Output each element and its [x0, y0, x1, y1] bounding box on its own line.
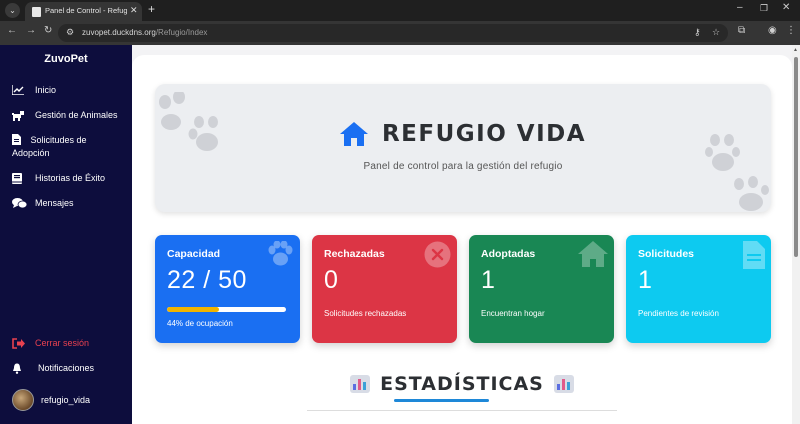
new-tab-icon[interactable]: +	[148, 2, 155, 16]
capacity-progress-bar	[167, 307, 286, 312]
password-key-icon[interactable]: ⚷	[694, 27, 701, 38]
logout-button[interactable]: Cerrar sesión	[12, 337, 130, 349]
dog-icon	[12, 109, 28, 121]
site-info-icon[interactable]: ⚙	[66, 27, 74, 38]
sidebar-item-label: Solicitudes de Adopción	[12, 135, 87, 158]
address-bar[interactable]: ⚙ zuvopet.duckdns.org/Refugio/Index ⚷ ☆	[58, 24, 728, 42]
url-path: /Refugio/Index	[155, 28, 208, 37]
window-close-icon[interactable]: ✕	[782, 2, 790, 13]
logout-label: Cerrar sesión	[35, 338, 90, 348]
profile-icon[interactable]: ◉	[768, 25, 777, 36]
notifications-button[interactable]: Notificaciones	[12, 362, 130, 374]
sidebar: ZuvoPet Inicio Gestión de Animales Solic…	[0, 45, 132, 424]
stat-description: Pendientes de revisión	[638, 309, 719, 318]
home-icon	[578, 241, 608, 267]
bar-chart-icon	[553, 375, 574, 393]
stat-title: Adoptadas	[481, 248, 536, 260]
stat-value: 1	[638, 266, 653, 294]
sidebar-item-solicitudes[interactable]: Solicitudes de Adopción	[12, 134, 122, 160]
stat-value: 1	[481, 266, 496, 294]
scroll-thumb[interactable]	[794, 57, 798, 257]
back-icon[interactable]: ←	[7, 25, 17, 36]
comments-icon	[12, 197, 28, 209]
section-heading-row: ESTADÍSTICAS	[132, 373, 792, 395]
menu-kebab-icon[interactable]: ⋮	[786, 25, 796, 36]
url-host: zuvopet.duckdns.org	[82, 28, 156, 37]
browser-tabbar: ⌄ Panel de Control - Refugio - ZuvoPet ✕…	[0, 0, 800, 21]
heading-underline	[394, 399, 489, 402]
section-heading: ESTADÍSTICAS	[380, 373, 544, 395]
scroll-up-icon[interactable]: ▲	[793, 47, 798, 53]
sidebar-item-mensajes[interactable]: Mensajes	[12, 197, 130, 209]
divider	[307, 410, 617, 411]
content-card: REFUGIO VIDA Panel de control para la ge…	[132, 55, 792, 424]
x-circle-icon	[424, 241, 451, 268]
stat-card-adoptadas: Adoptadas 1 Encuentran hogar	[469, 235, 614, 343]
tab-close-icon[interactable]: ✕	[130, 5, 138, 16]
page-scrollbar[interactable]: ▲	[792, 45, 800, 424]
extensions-icon[interactable]: ⧉	[738, 25, 745, 36]
brand-logo[interactable]: ZuvoPet	[0, 53, 132, 65]
browser-tab[interactable]: Panel de Control - Refugio - ZuvoPet ✕	[25, 2, 142, 21]
capacity-progress-fill	[167, 307, 220, 312]
forward-icon[interactable]: →	[26, 25, 36, 36]
hero-subtitle: Panel de control para la gestión del ref…	[363, 161, 563, 172]
stat-description: Encuentran hogar	[481, 309, 545, 318]
paw-icon	[268, 241, 293, 266]
stat-description: Solicitudes rechazadas	[324, 309, 407, 318]
chart-line-icon	[12, 84, 28, 96]
stat-card-solicitudes: Solicitudes 1 Pendientes de revisión	[626, 235, 771, 343]
main-content: REFUGIO VIDA Panel de control para la ge…	[132, 45, 792, 424]
book-icon	[12, 172, 28, 184]
sidebar-item-label: Inicio	[35, 85, 57, 95]
tab-title: Panel de Control - Refugio - ZuvoPet	[45, 6, 127, 15]
file-icon	[12, 134, 24, 146]
sidebar-item-label: Mensajes	[35, 198, 74, 208]
notifications-label: Notificaciones	[38, 363, 95, 373]
stat-card-rechazadas: Rechazadas 0 Solicitudes rechazadas	[312, 235, 457, 343]
stat-title: Solicitudes	[638, 248, 695, 260]
stat-title: Rechazadas	[324, 248, 385, 260]
user-profile[interactable]: refugio_vida	[12, 389, 130, 411]
stat-title: Capacidad	[167, 248, 221, 260]
hero-banner: REFUGIO VIDA Panel de control para la ge…	[155, 84, 771, 212]
stat-value: 0	[324, 266, 339, 294]
tab-search-icon[interactable]: ⌄	[5, 3, 20, 18]
sidebar-item-historias[interactable]: Historias de Éxito	[12, 172, 130, 184]
sidebar-item-animales[interactable]: Gestión de Animales	[12, 109, 130, 121]
username: refugio_vida	[41, 395, 91, 405]
sidebar-item-label: Historias de Éxito	[35, 173, 106, 183]
hero-title-row: REFUGIO VIDA	[155, 121, 771, 147]
sidebar-item-label: Gestión de Animales	[35, 110, 118, 120]
url-text[interactable]: zuvopet.duckdns.org/Refugio/Index	[82, 28, 207, 37]
home-icon	[339, 122, 368, 146]
hero-title: REFUGIO VIDA	[381, 121, 587, 147]
restore-icon[interactable]: ❐	[760, 3, 768, 14]
browser-toolbar: ← → ↻ ⚙ zuvopet.duckdns.org/Refugio/Inde…	[0, 21, 800, 45]
document-icon	[743, 241, 765, 269]
reload-icon[interactable]: ↻	[44, 25, 52, 36]
sidebar-item-inicio[interactable]: Inicio	[12, 84, 130, 96]
sign-out-icon	[12, 337, 28, 349]
minimize-icon[interactable]: –	[737, 2, 743, 13]
bar-chart-icon	[350, 375, 371, 393]
stat-value: 22 / 50	[167, 266, 247, 294]
bookmark-star-icon[interactable]: ☆	[712, 27, 720, 38]
avatar	[12, 389, 34, 411]
stat-card-capacidad: Capacidad 22 / 50 44% de ocupación	[155, 235, 300, 343]
stat-description: 44% de ocupación	[167, 319, 233, 328]
page-favicon-icon	[32, 7, 41, 17]
bell-icon	[12, 362, 28, 374]
